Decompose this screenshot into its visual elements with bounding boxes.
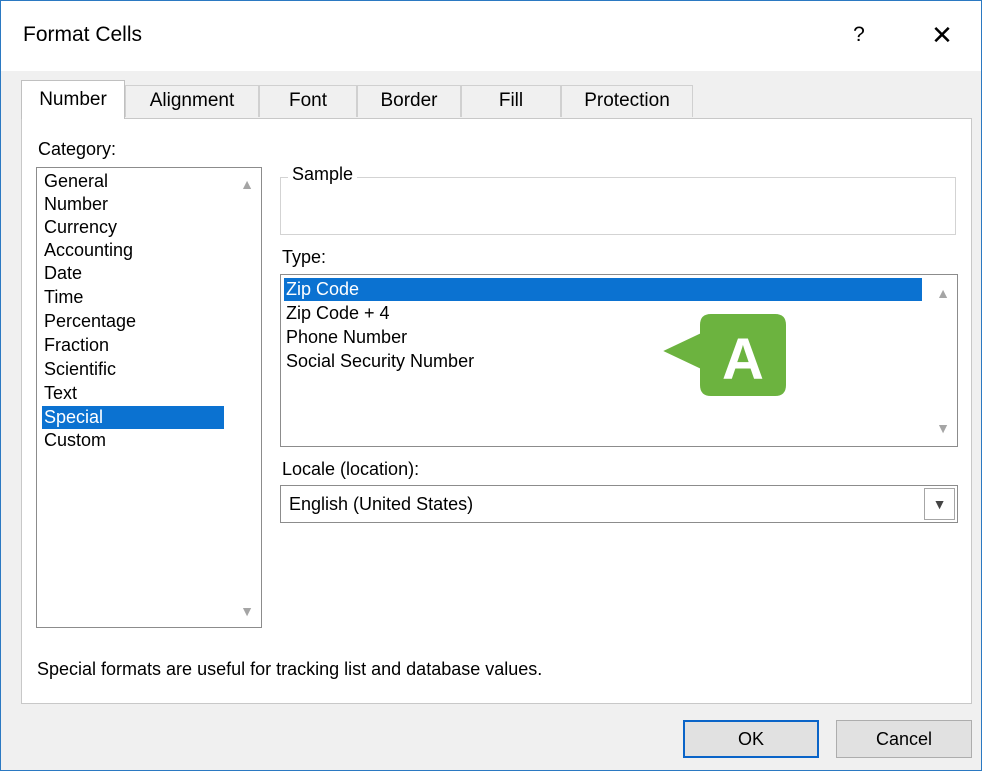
tab-number[interactable]: Number	[21, 80, 125, 119]
chevron-down-icon[interactable]: ▼	[237, 601, 257, 621]
chevron-down-icon[interactable]: ▼	[924, 488, 955, 520]
dialog-title: Format Cells	[23, 23, 143, 46]
tab-fill[interactable]: Fill	[461, 85, 561, 117]
close-button[interactable]: ✕	[922, 17, 962, 53]
title-bar: Format Cells ? ✕	[1, 1, 981, 71]
locale-label: Locale (location):	[282, 459, 420, 479]
type-listbox[interactable]: Zip Code Zip Code + 4 Phone Number Socia…	[280, 274, 958, 447]
cancel-button[interactable]: Cancel	[836, 720, 972, 758]
category-item-fraction[interactable]: Fraction	[42, 334, 109, 357]
format-description: Special formats are useful for tracking …	[37, 659, 543, 679]
locale-dropdown[interactable]: English (United States) ▼	[280, 485, 958, 523]
format-cells-dialog: Format Cells ? ✕ Number Alignment Font B…	[0, 0, 982, 771]
callout-letter: A	[722, 327, 764, 392]
category-item-currency[interactable]: Currency	[42, 216, 117, 239]
type-item-ssn[interactable]: Social Security Number	[284, 350, 474, 373]
category-label: Category:	[38, 139, 117, 159]
tab-font[interactable]: Font	[259, 85, 357, 117]
type-label: Type:	[282, 247, 327, 267]
type-item-zip-code[interactable]: Zip Code	[284, 278, 922, 301]
category-item-number[interactable]: Number	[42, 193, 108, 216]
chevron-up-icon[interactable]: ▲	[933, 283, 953, 303]
help-button[interactable]: ?	[841, 17, 877, 53]
category-item-general[interactable]: General	[42, 170, 108, 193]
sample-groupbox	[280, 177, 956, 235]
category-item-text[interactable]: Text	[42, 382, 77, 405]
sample-label: Sample	[288, 164, 358, 185]
tab-protection[interactable]: Protection	[561, 85, 693, 117]
callout-a-icon: A	[659, 312, 788, 398]
category-item-date[interactable]: Date	[42, 262, 82, 285]
category-item-special[interactable]: Special	[42, 406, 224, 429]
category-item-accounting[interactable]: Accounting	[42, 239, 133, 262]
category-item-time[interactable]: Time	[42, 286, 83, 309]
type-item-phone-number[interactable]: Phone Number	[284, 326, 407, 349]
number-tab-panel: Category: General Number Currency Accoun…	[21, 118, 972, 704]
type-item-zip-code-4[interactable]: Zip Code + 4	[284, 302, 390, 325]
tab-border[interactable]: Border	[357, 85, 461, 117]
chevron-down-icon[interactable]: ▼	[933, 418, 953, 438]
ok-button[interactable]: OK	[683, 720, 819, 758]
tab-alignment[interactable]: Alignment	[125, 85, 259, 117]
category-listbox[interactable]: General Number Currency Accounting Date …	[36, 167, 262, 628]
locale-value: English (United States)	[289, 494, 474, 514]
category-item-custom[interactable]: Custom	[42, 429, 106, 452]
category-item-scientific[interactable]: Scientific	[42, 358, 116, 381]
category-item-percentage[interactable]: Percentage	[42, 310, 136, 333]
chevron-up-icon[interactable]: ▲	[237, 174, 257, 194]
